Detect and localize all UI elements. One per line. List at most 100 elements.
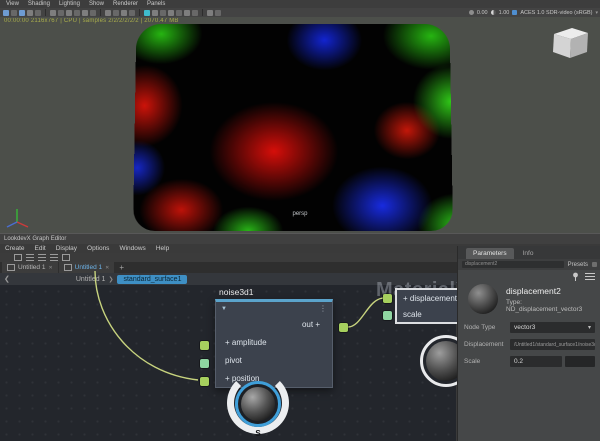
scale-input[interactable]: 0.2 — [510, 356, 562, 367]
gamma-icon[interactable] — [491, 10, 496, 15]
film-gate-icon[interactable] — [58, 10, 64, 16]
displacement-input[interactable]: /Untitled1/standard_surface1/noise3d1.ou… — [510, 339, 595, 350]
safe-action-icon[interactable] — [90, 10, 96, 16]
node-type-dropdown[interactable]: vector3 ▾ — [510, 322, 595, 333]
shadows-icon[interactable] — [152, 10, 158, 16]
wire-to-position[interactable] — [95, 271, 198, 380]
new-tab-icon[interactable] — [14, 254, 22, 261]
node-graph-canvas[interactable]: MaterialX noise3d1 ▼ ⋮ out + + amplitude… — [0, 285, 456, 441]
menu-create[interactable]: Create — [5, 245, 25, 252]
kebab-menu-icon[interactable]: ⋮ — [319, 305, 327, 313]
displacement-port[interactable] — [383, 294, 392, 303]
noise-textured-mesh[interactable] — [133, 24, 453, 231]
view-transform-select[interactable]: ACES 1.0 SDR-video (sRGB) — [520, 10, 592, 16]
align-vertical-icon[interactable] — [50, 254, 58, 261]
back-arrow-icon[interactable]: ❮ — [4, 275, 10, 283]
graph-tab-1[interactable]: Untitled 1 ✕ — [2, 262, 58, 273]
noise-node-title: noise3d1 — [219, 287, 254, 297]
position-port[interactable] — [200, 377, 209, 386]
cube-object[interactable] — [548, 24, 592, 64]
tab-label: Untitled 1 — [75, 264, 102, 271]
pivot-port[interactable] — [200, 359, 209, 368]
gamma-value[interactable]: 1.00 — [499, 10, 510, 16]
presets-button[interactable]: Presets — [568, 262, 588, 268]
node-preview-sphere — [468, 284, 498, 314]
displacement-field-row: Displacement /Untitled1/standard_surface… — [458, 336, 600, 353]
tab-info[interactable]: Info — [516, 248, 541, 259]
menu-renderer[interactable]: Renderer — [113, 0, 138, 8]
out-port[interactable] — [339, 323, 348, 332]
close-icon[interactable]: ✕ — [105, 265, 109, 271]
chevron-down-icon[interactable]: ▾ — [595, 10, 598, 16]
select-camera-icon[interactable] — [3, 10, 9, 16]
displacement-label: Displacement — [464, 341, 510, 348]
exposure-value[interactable]: 0.00 — [477, 10, 488, 16]
hamburger-menu-icon[interactable] — [585, 273, 595, 280]
pin-icon[interactable] — [572, 272, 579, 281]
resolution-gate-icon[interactable] — [66, 10, 72, 16]
graph-tab-2[interactable]: Untitled 1 ✕ — [59, 262, 115, 273]
menu-display[interactable]: Display — [56, 245, 77, 252]
layout-rows-icon[interactable] — [26, 254, 34, 261]
color-management-controls: 0.00 1.00 ACES 1.0 SDR-video (sRGB) ▾ — [469, 8, 598, 17]
toolbar-separator — [139, 9, 140, 16]
exposure-icon[interactable] — [469, 10, 474, 15]
material-preview-sphere[interactable] — [241, 387, 275, 421]
close-icon[interactable]: ✕ — [48, 265, 52, 271]
toolbar-separator — [202, 9, 203, 16]
breadcrumb-current[interactable]: standard_surface1 — [117, 275, 187, 284]
camera-attributes-icon[interactable] — [19, 10, 25, 16]
textured-icon[interactable] — [121, 10, 127, 16]
wire-out-to-displacement[interactable] — [348, 298, 384, 327]
shaded-icon[interactable] — [113, 10, 119, 16]
color-management-icon[interactable] — [512, 10, 517, 15]
add-tab-button[interactable]: + — [119, 263, 124, 272]
menu-show[interactable]: Show — [89, 0, 104, 8]
amplitude-port-row[interactable]: + amplitude — [216, 333, 332, 351]
wireframe-icon[interactable] — [105, 10, 111, 16]
tab-parameters[interactable]: Parameters — [466, 248, 514, 259]
out-port-row[interactable]: out + — [216, 315, 332, 333]
focus-icon[interactable] — [592, 262, 597, 267]
pivot-port-row[interactable]: pivot — [216, 351, 332, 369]
ao-icon[interactable] — [160, 10, 166, 16]
xray-active-icon[interactable] — [144, 10, 150, 16]
snapshot-icon[interactable] — [207, 10, 213, 16]
menu-shading[interactable]: Shading — [28, 0, 50, 8]
collapse-icon[interactable]: ▼ — [221, 306, 227, 312]
viewport-menubar: View Shading Lighting Show Renderer Pane… — [0, 0, 600, 8]
scale-port[interactable] — [383, 311, 392, 320]
menu-options[interactable]: Options — [87, 245, 109, 252]
menu-view[interactable]: View — [6, 0, 19, 8]
scale-slider[interactable] — [565, 356, 595, 367]
noise3d-node[interactable]: ▼ ⋮ out + + amplitude pivot + position — [215, 299, 333, 388]
grid-icon[interactable] — [50, 10, 56, 16]
panel-actions-row — [458, 270, 600, 282]
image-plane-icon[interactable] — [35, 10, 41, 16]
surface-swatch-label: S — [227, 429, 289, 438]
menu-panels[interactable]: Panels — [147, 0, 165, 8]
render-icon[interactable] — [215, 10, 221, 16]
bookmark-icon[interactable] — [27, 10, 33, 16]
gate-mask-icon[interactable] — [74, 10, 80, 16]
lights-icon[interactable] — [129, 10, 135, 16]
3d-viewport[interactable]: 00:00:00 2116x767 | CPU | samples 2/2/2/… — [0, 17, 600, 233]
amplitude-port[interactable] — [200, 341, 209, 350]
field-chart-icon[interactable] — [82, 10, 88, 16]
isolate-select-icon[interactable] — [184, 10, 190, 16]
plane-icon[interactable] — [192, 10, 198, 16]
motion-blur-icon[interactable] — [176, 10, 182, 16]
menu-help[interactable]: Help — [156, 245, 169, 252]
node-path-field[interactable]: displacement2 — [462, 261, 564, 268]
lock-camera-icon[interactable] — [11, 10, 17, 16]
menu-windows[interactable]: Windows — [119, 245, 145, 252]
aa-icon[interactable] — [168, 10, 174, 16]
lookdevx-titlebar[interactable]: LookdevX Graph Editor — [0, 233, 600, 244]
panel-title: LookdevX Graph Editor — [0, 234, 600, 244]
parameters-tab-bar: Parameters Info — [458, 246, 600, 259]
menu-edit[interactable]: Edit — [35, 245, 46, 252]
curve-style-icon[interactable] — [62, 254, 70, 261]
menu-lighting[interactable]: Lighting — [59, 0, 80, 8]
align-horizontal-icon[interactable] — [38, 254, 46, 261]
node-type-field-row: Node Type vector3 ▾ — [458, 319, 600, 336]
